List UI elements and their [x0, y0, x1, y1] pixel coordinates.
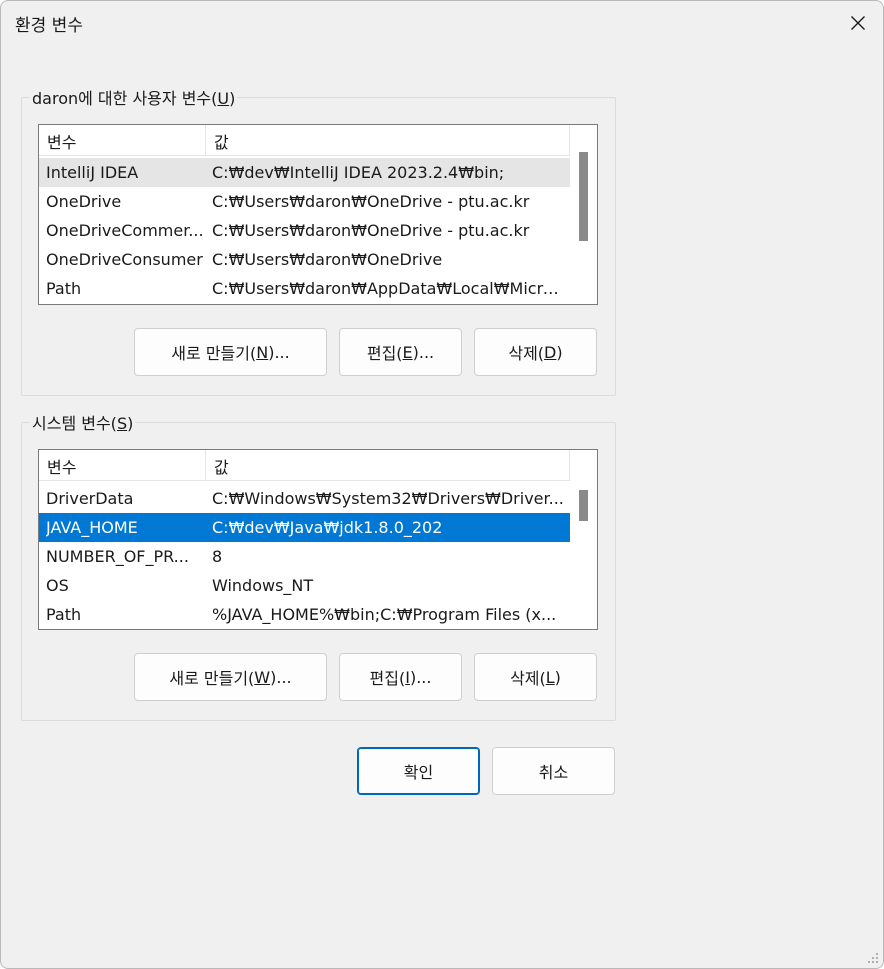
column-header-name[interactable]: 변수	[39, 450, 206, 481]
user-edit-button[interactable]: 편집(E)...	[339, 328, 462, 376]
title-bar[interactable]: 환경 변수	[1, 1, 883, 45]
system-new-button[interactable]: 새로 만들기(W)...	[134, 653, 327, 701]
table-row[interactable]: DriverData C:₩Windows₩System32₩Drivers₩D…	[39, 484, 570, 513]
table-row[interactable]: IntelliJ IDEA C:₩dev₩IntelliJ IDEA 2023.…	[39, 158, 570, 187]
window-title: 환경 변수	[15, 16, 83, 36]
table-row[interactable]: OneDrive C:₩Users₩daron₩OneDrive - ptu.a…	[39, 187, 570, 216]
variable-name: JAVA_HOME	[46, 518, 138, 537]
list-header: 변수 값	[39, 125, 570, 156]
system-variables-group-label: 시스템 변수(S)	[30, 410, 136, 434]
system-variables-list[interactable]: 변수 값 DriverData C:₩Windows₩System32₩Driv…	[38, 449, 598, 630]
table-row[interactable]: OneDriveConsumer C:₩Users₩daron₩OneDrive	[39, 245, 570, 274]
table-row[interactable]: NUMBER_OF_PR... 8	[39, 542, 570, 571]
list-header: 변수 값	[39, 450, 570, 481]
variable-value: C:₩Windows₩System32₩Drivers₩Driver...	[212, 489, 564, 508]
ok-button[interactable]: 확인	[357, 747, 480, 795]
variable-name: Path	[46, 605, 82, 624]
variable-name: NUMBER_OF_PR...	[46, 547, 189, 566]
variable-name: IntelliJ IDEA	[46, 163, 139, 182]
column-header-name[interactable]: 변수	[39, 125, 206, 156]
table-row[interactable]: OneDriveCommer... C:₩Users₩daron₩OneDriv…	[39, 216, 570, 245]
close-button[interactable]	[831, 1, 883, 45]
cancel-button[interactable]: 취소	[492, 747, 615, 795]
variable-name: Path	[46, 279, 82, 298]
user-new-button[interactable]: 새로 만들기(N)...	[134, 328, 327, 376]
variable-name: OneDriveCommer...	[46, 221, 204, 240]
variable-value: %JAVA_HOME%₩bin;C:₩Program Files (x...	[212, 605, 557, 624]
variable-value: C:₩Users₩daron₩OneDrive - ptu.ac.kr	[212, 221, 530, 240]
variable-value: C:₩Users₩daron₩OneDrive - ptu.ac.kr	[212, 192, 530, 211]
user-delete-button[interactable]: 삭제(D)	[474, 328, 597, 376]
table-row[interactable]: Path %JAVA_HOME%₩bin;C:₩Program Files (x…	[39, 600, 570, 629]
table-row-selected[interactable]: JAVA_HOME C:₩dev₩Java₩jdk1.8.0_202	[39, 513, 570, 542]
table-row[interactable]: OS Windows_NT	[39, 571, 570, 600]
scrollbar-thumb[interactable]	[579, 490, 588, 521]
variable-name: OneDriveConsumer	[46, 250, 203, 269]
variable-value: C:₩Users₩daron₩OneDrive	[212, 250, 443, 269]
table-row[interactable]: Path C:₩Users₩daron₩AppData₩Local₩Micro.…	[39, 274, 570, 303]
variable-name: OS	[46, 576, 69, 595]
system-delete-button[interactable]: 삭제(L)	[474, 653, 597, 701]
variable-value: C:₩dev₩Java₩jdk1.8.0_202	[212, 518, 443, 537]
user-variables-list[interactable]: 변수 값 IntelliJ IDEA C:₩dev₩IntelliJ IDEA …	[38, 124, 598, 305]
variable-value: 8	[212, 547, 223, 566]
column-header-value[interactable]: 값	[206, 450, 570, 481]
variable-name: OneDrive	[46, 192, 122, 211]
variable-value: Windows_NT	[212, 576, 314, 595]
variable-value: C:₩dev₩IntelliJ IDEA 2023.2.4₩bin;	[212, 163, 505, 182]
close-icon	[851, 16, 865, 30]
resize-grip-icon[interactable]	[867, 952, 879, 964]
variable-name: DriverData	[46, 489, 134, 508]
environment-variables-dialog: 환경 변수 daron에 대한 사용자 변수(U) 변수 값 IntelliJ …	[0, 0, 884, 969]
system-variables-scrollbar[interactable]	[570, 450, 597, 629]
user-variables-group-label: daron에 대한 사용자 변수(U)	[30, 85, 238, 109]
user-variables-scrollbar[interactable]	[570, 125, 597, 304]
scrollbar-thumb[interactable]	[579, 152, 588, 241]
column-header-value[interactable]: 값	[206, 125, 570, 156]
system-edit-button[interactable]: 편집(I)...	[339, 653, 462, 701]
variable-value: C:₩Users₩daron₩AppData₩Local₩Micro...	[212, 279, 564, 298]
